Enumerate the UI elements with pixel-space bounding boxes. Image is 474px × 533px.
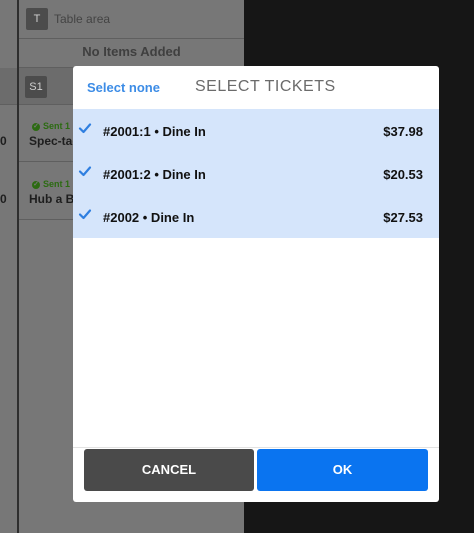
seat-chip: S1 <box>25 76 47 98</box>
cancel-button[interactable]: CANCEL <box>84 449 254 491</box>
check-icon <box>78 121 92 135</box>
ticket-row[interactable]: #2002 • Dine In $27.53 <box>73 195 439 238</box>
column-divider <box>17 0 19 533</box>
table-row: T Table area <box>19 0 244 39</box>
dialog-title: SELECT TICKETS <box>195 78 336 95</box>
select-none-link[interactable]: Select none <box>87 80 160 95</box>
ticket-amount: $37.98 <box>383 124 423 139</box>
ticket-list: #2001:1 • Dine In $37.98 #2001:2 • Dine … <box>73 109 439 238</box>
item-price-fragment: 0 <box>0 134 7 148</box>
ticket-amount: $27.53 <box>383 210 423 225</box>
sent-check-icon: ✓ <box>32 122 40 131</box>
ticket-row[interactable]: #2001:1 • Dine In $37.98 <box>73 109 439 152</box>
sent-status: ✓ Sent 1 <box>32 121 71 131</box>
item-price-fragment: 0 <box>0 192 7 206</box>
table-area-label: Table area <box>54 12 111 26</box>
ticket-label: #2001:1 • Dine In <box>103 124 206 139</box>
ok-button[interactable]: OK <box>257 449 428 491</box>
table-chip: T <box>26 8 48 30</box>
footer-divider <box>73 447 439 448</box>
check-icon <box>78 164 92 178</box>
dialog-header: Select none SELECT TICKETS <box>73 66 439 109</box>
ticket-label: #2001:2 • Dine In <box>103 167 206 182</box>
ticket-row[interactable]: #2001:2 • Dine In $20.53 <box>73 152 439 195</box>
item-name: Spec-tac <box>29 134 80 148</box>
ticket-amount: $20.53 <box>383 167 423 182</box>
check-icon <box>78 207 92 221</box>
sent-status: ✓ Sent 1 <box>32 179 71 189</box>
no-items-label: No Items Added <box>19 39 244 68</box>
sent-check-icon: ✓ <box>32 180 40 189</box>
select-tickets-dialog: Select none SELECT TICKETS #2001:1 • Din… <box>73 66 439 502</box>
item-name: Hub a B <box>29 192 75 206</box>
ticket-label: #2002 • Dine In <box>103 210 195 225</box>
